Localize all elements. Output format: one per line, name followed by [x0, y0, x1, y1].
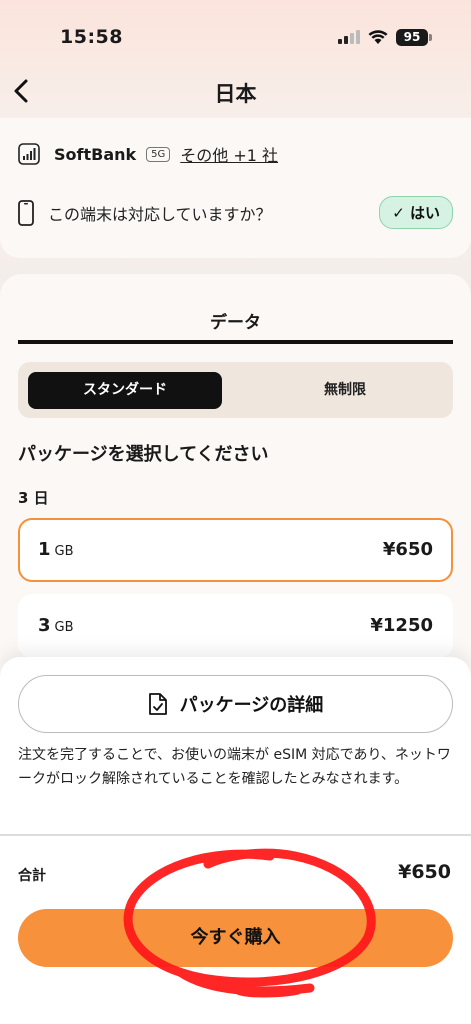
package-size: 1 GB [38, 539, 74, 560]
page-title: 日本 [214, 82, 257, 106]
compat-row: この端末は対応していますか？ ✓ はい [18, 196, 453, 229]
package-details-button[interactable]: パッケージの詳細 [18, 675, 453, 733]
network-badge: 5G [146, 146, 171, 162]
document-check-icon [148, 693, 167, 715]
compat-question: この端末は対応していますか？ [48, 205, 272, 224]
nav-bar: 日本 [0, 64, 471, 118]
signal-icon [338, 30, 360, 44]
total-price: ¥650 [398, 861, 451, 883]
carrier-row: SoftBank 5G その他 +1 社 [18, 142, 278, 166]
status-bar: 15:58 95 [0, 0, 471, 64]
package-size: 3 GB [38, 615, 74, 636]
wifi-icon [368, 30, 388, 44]
phone-icon [18, 200, 34, 226]
package-option-1gb[interactable]: 1 GB ¥650 [18, 518, 453, 582]
buy-now-button[interactable]: 今すぐ購入 [18, 909, 453, 967]
package-price: ¥650 [382, 539, 433, 560]
more-carriers-link[interactable]: その他 +1 社 [180, 142, 278, 166]
terms-notice: 注文を完了することで、お使いの端末が eSIM 対応であり、ネットワークがロック… [18, 747, 451, 787]
package-option-3gb[interactable]: 3 GB ¥1250 [18, 594, 453, 658]
package-details-label: パッケージの詳細 [179, 695, 324, 716]
divider [0, 834, 471, 836]
battery-tip [429, 34, 432, 41]
plan-option-standard[interactable]: スタンダード [28, 372, 222, 409]
checkout-sheet: パッケージの詳細 注文を完了することで、お使いの端末が eSIM 対応であり、ネ… [0, 657, 471, 1024]
signal-bars-icon [18, 143, 40, 165]
package-section-title: パッケージを選択してください [18, 444, 269, 465]
compat-yes-badge[interactable]: ✓ はい [379, 196, 453, 229]
carrier-name: SoftBank [54, 144, 137, 164]
status-time: 15:58 [60, 26, 123, 48]
package-price: ¥1250 [370, 615, 433, 636]
duration-label: 3 日 [18, 489, 49, 507]
carrier-card: SoftBank 5G その他 +1 社 この端末は対応していますか？ ✓ はい [0, 118, 471, 258]
plan-toggle: スタンダード 無制限 [18, 362, 453, 418]
total-label: 合計 [18, 868, 46, 884]
battery-icon: 95 [396, 29, 428, 46]
tab-data[interactable]: データ [0, 308, 471, 333]
tab-underline [18, 340, 453, 344]
plan-option-unlimited[interactable]: 無制限 [248, 372, 442, 409]
